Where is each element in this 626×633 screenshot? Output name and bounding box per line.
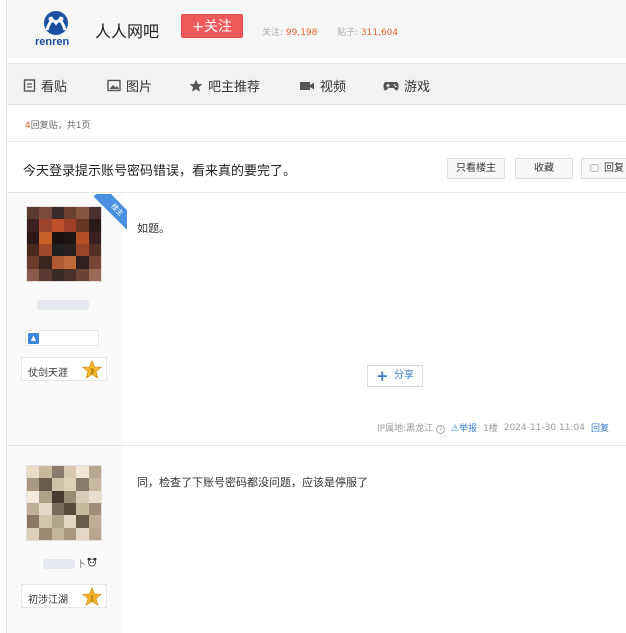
nav-tab-images[interactable]: 图片 (107, 76, 152, 95)
favorite-button[interactable]: 收藏 (515, 158, 573, 179)
username-blurred[interactable] (43, 559, 75, 569)
comment-icon (590, 164, 599, 172)
post-stat: 贴子: 311,604 (337, 25, 398, 38)
report-link[interactable]: ⚠举报 (451, 421, 477, 434)
floor-number: 1楼 (483, 424, 498, 434)
ip-location: IP属地:黑龙江 ? (377, 421, 445, 434)
follow-stat: 关注: 99,198 (262, 25, 317, 38)
share-button[interactable]: + 分享 (367, 365, 423, 387)
post-content: 如题。 (137, 222, 170, 235)
op-badge: 楼主 (87, 194, 127, 234)
reply-summary: 4回复贴，共1页 (25, 118, 90, 131)
nav-tab-recommended[interactable]: 吧主推荐 (189, 76, 260, 95)
level-star-icon: 1 (82, 587, 102, 606)
op-badge-label: 楼主 (93, 194, 127, 234)
post-floor-2: 卜 初涉江湖 1 同，检查了下账号密码都没问题，应该是停服了 (7, 447, 626, 633)
level-star-icon: 3 (82, 360, 102, 379)
follow-count-label: 关注: (262, 28, 284, 38)
nav-tab-label: 吧主推荐 (208, 80, 261, 95)
author-panel: 卜 初涉江湖 1 (7, 447, 123, 633)
username-suffix: 卜 (77, 560, 87, 570)
gamepad-icon (383, 81, 399, 91)
nav-tab-posts[interactable]: 看贴 (23, 76, 67, 95)
level-icon: ▲ (28, 333, 39, 344)
nav-tab-games[interactable]: 游戏 (383, 76, 430, 95)
follow-count: 99,198 (285, 28, 318, 38)
forum-header: renren 人人网吧 +关注 关注: 99,198 贴子: 311,604 (7, 0, 626, 58)
forum-nav: 看贴 图片 吧主推荐 视频 游戏 (7, 63, 626, 105)
document-icon (23, 79, 36, 92)
reply-summary-text: 回复贴，共1页 (30, 121, 91, 131)
rank-level: 1 (90, 595, 94, 603)
post-floor-1: ▲ 仗剑天涯 3 楼主 如题。 + 分享 IP属地:黑龙江 ? ⚠举报 1楼 2… (7, 194, 626, 446)
video-icon (300, 81, 314, 90)
image-icon (107, 79, 121, 92)
thread-title-bar: 今天登录提示账号密码错误，看来真的要完了。 只看楼主 收藏 回复 (7, 141, 626, 193)
rank-tag[interactable]: 初涉江湖 1 (21, 584, 107, 608)
nav-tab-label: 看贴 (41, 80, 68, 95)
nav-tab-video[interactable]: 视频 (299, 76, 346, 95)
post-meta: IP属地:黑龙江 ? ⚠举报 1楼 2024-11-30 11:04 回复 (377, 421, 609, 434)
rank-name: 仗剑天涯 (28, 368, 68, 379)
nav-tab-label: 图片 (126, 80, 153, 95)
plus-icon: + (376, 367, 389, 385)
post-count: 311,604 (360, 28, 399, 38)
renren-logo[interactable]: renren (33, 10, 79, 50)
rank-name: 初涉江湖 (28, 595, 68, 606)
rank-level: 3 (90, 368, 94, 376)
logo-text: renren (35, 36, 70, 48)
follow-button[interactable]: +关注 (181, 14, 243, 38)
rank-tag[interactable]: 仗剑天涯 3 (21, 357, 107, 381)
renren-logo-icon (44, 11, 68, 35)
only-op-button[interactable]: 只看楼主 (447, 158, 505, 179)
nav-tab-label: 视频 (320, 80, 347, 95)
avatar[interactable] (26, 465, 102, 541)
reply-link[interactable]: 回复 (591, 421, 609, 434)
forum-page: renren 人人网吧 +关注 关注: 99,198 贴子: 311,604 看… (6, 0, 626, 633)
panda-icon (87, 557, 97, 567)
reply-button-label: 回复 (604, 163, 624, 174)
reply-button[interactable]: 回复 (581, 158, 626, 179)
share-label: 分享 (394, 370, 414, 381)
help-icon[interactable]: ? (436, 425, 445, 434)
member-level-box: ▲ (25, 330, 99, 346)
username-blurred[interactable] (37, 300, 89, 310)
star-icon (189, 79, 203, 92)
nav-tab-label: 游戏 (404, 80, 431, 95)
post-count-label: 贴子: (337, 28, 359, 38)
thread-title: 今天登录提示账号密码错误，看来真的要完了。 (23, 164, 297, 179)
post-time: 2024-11-30 11:04 (503, 422, 585, 433)
post-content: 同，检查了下账号密码都没问题，应该是停服了 (137, 476, 368, 489)
forum-name[interactable]: 人人网吧 (95, 18, 159, 42)
